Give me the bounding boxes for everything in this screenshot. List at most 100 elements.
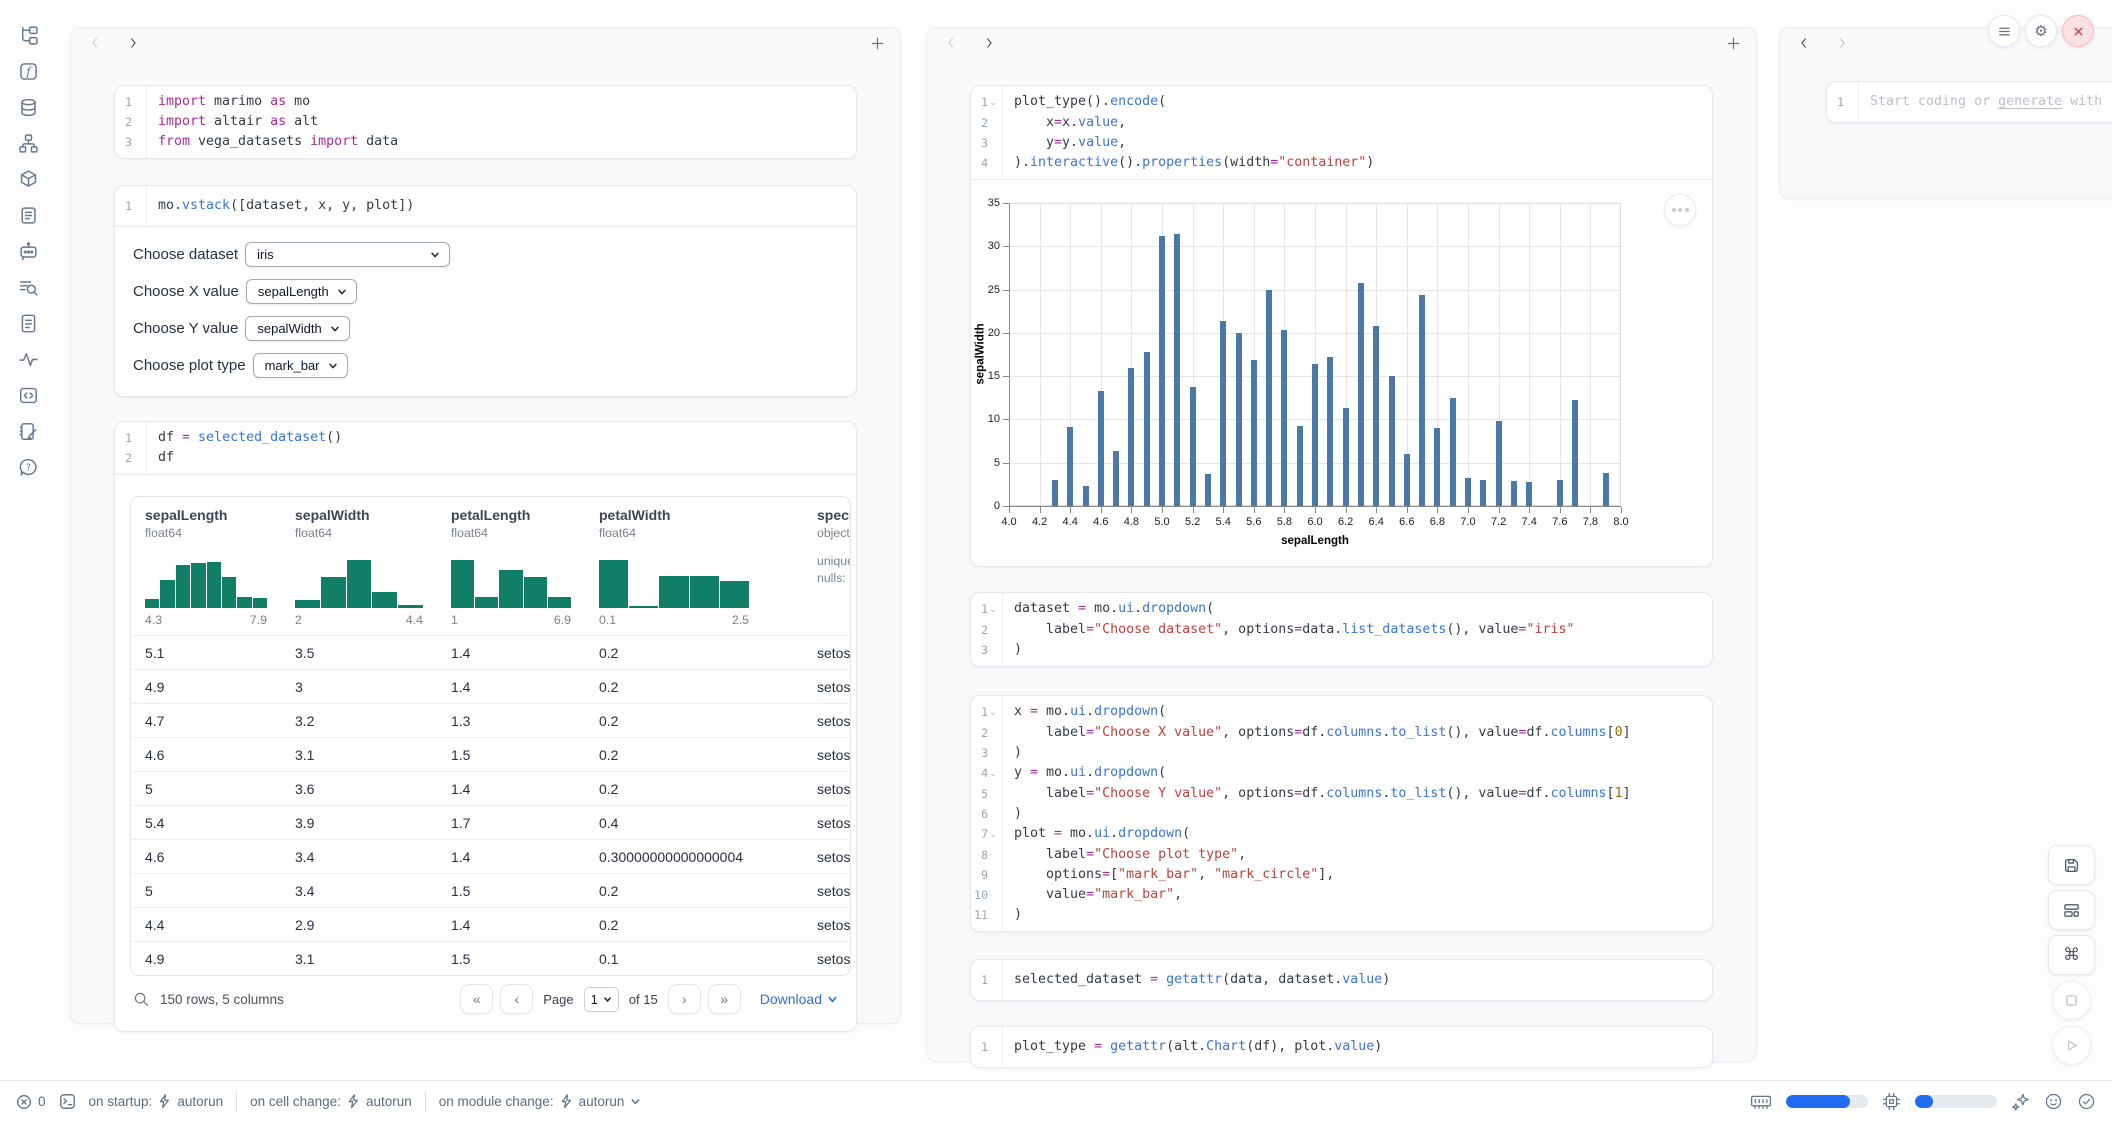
fold-toggle-icon[interactable]: ⌄ xyxy=(988,824,998,845)
chart-actions-button[interactable] xyxy=(1664,194,1696,226)
choose-x-value-select[interactable]: sepalLength xyxy=(246,279,357,304)
sidebar-item-packages[interactable] xyxy=(16,167,40,191)
page-select[interactable]: 1 xyxy=(584,987,619,1012)
column-name: sepalWidth xyxy=(295,507,437,523)
first-page-button[interactable]: « xyxy=(460,984,493,1014)
kernel-connected-button[interactable] xyxy=(2077,1092,2096,1111)
svg-text:?: ? xyxy=(25,462,30,473)
sidebar-item-documentation[interactable] xyxy=(16,311,40,335)
layout-button[interactable] xyxy=(2048,890,2095,930)
sidebar-item-snippets[interactable] xyxy=(16,383,40,407)
code-editor[interactable]: 1⌄x = mo.ui.dropdown(2 label="Choose X v… xyxy=(971,696,1712,931)
code-line: 1⌄x = mo.ui.dropdown( xyxy=(971,702,1712,723)
ai-assist-button[interactable] xyxy=(2011,1092,2030,1111)
chart-bar xyxy=(1281,330,1287,506)
column-forward-button[interactable] xyxy=(1835,36,1849,50)
sidebar-item-dependency-graph[interactable] xyxy=(16,131,40,155)
x-tick-label: 4.4 xyxy=(1056,516,1084,528)
sidebar-item-file-explorer[interactable] xyxy=(16,23,40,47)
add-cell-button[interactable] xyxy=(1725,35,1742,52)
table-inner: sepalLengthfloat644.37.9sepalWidthfloat6… xyxy=(131,497,851,975)
search-icon[interactable] xyxy=(133,991,150,1008)
choose-dataset-select[interactable]: iris xyxy=(245,242,450,267)
y-tick xyxy=(1003,203,1009,204)
chart-bar xyxy=(1205,474,1211,506)
line-number: 3 xyxy=(115,132,132,152)
runtime-setting-2[interactable]: on module change:autorun xyxy=(439,1094,642,1109)
line-number: 2 xyxy=(971,723,988,743)
sidebar-item-logs[interactable] xyxy=(16,203,40,227)
column-name: petalLength xyxy=(451,507,585,523)
dropdown-label: Choose dataset xyxy=(133,246,238,263)
code-editor[interactable]: 1df = selected_dataset()2df xyxy=(115,422,856,474)
error-indicator[interactable]: 0 xyxy=(16,1094,46,1110)
column-back-button[interactable] xyxy=(944,36,958,50)
x-tick xyxy=(1162,507,1163,513)
packages-icon xyxy=(18,169,39,190)
choose-plot-type-select[interactable]: mark_bar xyxy=(253,353,348,378)
choose-y-value-select[interactable]: sepalWidth xyxy=(245,316,349,341)
sidebar-item-outline-search[interactable] xyxy=(16,275,40,299)
fold-toggle-icon[interactable]: ⌄ xyxy=(988,702,998,723)
line-number: 3 xyxy=(971,743,988,763)
line-number: 2 xyxy=(971,113,988,133)
table-cell: 0.4 xyxy=(585,815,803,831)
prev-page-button[interactable]: ‹ xyxy=(500,984,533,1014)
last-page-button[interactable]: » xyxy=(708,984,741,1014)
keyboard-shortcuts-button[interactable]: ⌘ xyxy=(2048,935,2095,975)
table-cell: setosa xyxy=(803,849,851,865)
datasources-icon xyxy=(18,97,39,118)
pagination: «‹Page1of 15›»Download xyxy=(460,984,838,1014)
sidebar-item-help[interactable]: ? xyxy=(16,455,40,479)
runtime-setting-1[interactable]: on cell change:autorun xyxy=(250,1094,412,1109)
code-editor[interactable]: 1selected_dataset = getattr(data, datase… xyxy=(971,960,1712,1000)
chart-bar xyxy=(1052,480,1058,506)
code-line: 1⌄dataset = mo.ui.dropdown( xyxy=(971,599,1712,620)
sidebar-item-functions[interactable]: f xyxy=(16,59,40,83)
line-number: 1 xyxy=(115,196,132,216)
functions-icon: f xyxy=(18,61,39,82)
sidebar-item-ai-chat[interactable] xyxy=(16,239,40,263)
save-button[interactable] xyxy=(2048,845,2095,885)
y-axis-line xyxy=(1009,203,1010,506)
notebook-column-3: 1Start coding or generate with xyxy=(1779,27,2112,199)
table-cell: setosa xyxy=(803,781,851,797)
sidebar-item-datasources[interactable] xyxy=(16,95,40,119)
column-histogram xyxy=(451,552,571,608)
x-tick xyxy=(1070,507,1071,513)
x-tick-label: 4.2 xyxy=(1026,516,1054,528)
next-page-button[interactable]: › xyxy=(668,984,701,1014)
fold-toggle-icon[interactable]: ⌄ xyxy=(988,763,998,784)
table-cell: 0.2 xyxy=(585,917,803,933)
add-cell-button[interactable] xyxy=(869,35,886,52)
code-editor[interactable]: 1import marimo as mo2import altair as al… xyxy=(115,86,856,158)
code-editor[interactable]: 1⌄plot_type().encode(2 x=x.value,3 y=y.v… xyxy=(971,86,1712,179)
download-button[interactable]: Download xyxy=(760,991,838,1007)
terminal-button[interactable] xyxy=(59,1093,76,1110)
sidebar-item-scratchpad[interactable] xyxy=(16,419,40,443)
marimo-mascot-button[interactable] xyxy=(2044,1092,2063,1111)
fold-toggle-icon[interactable]: ⌄ xyxy=(988,599,998,620)
column-forward-button[interactable] xyxy=(126,36,140,50)
code-cell: 1Start coding or generate with xyxy=(1826,81,2112,123)
column-back-button[interactable] xyxy=(88,36,102,50)
column-back-button[interactable] xyxy=(1797,36,1811,50)
stop-button[interactable] xyxy=(2052,981,2091,1020)
table-cell: 0.2 xyxy=(585,781,803,797)
code-editor[interactable]: 1⌄dataset = mo.ui.dropdown(2 label="Choo… xyxy=(971,593,1712,666)
x-tick-label: 7.4 xyxy=(1515,516,1543,528)
fold-toggle-icon[interactable]: ⌄ xyxy=(988,92,998,113)
code-editor[interactable]: 1plot_type = getattr(alt.Chart(df), plot… xyxy=(971,1027,1712,1067)
column-forward-button[interactable] xyxy=(982,36,996,50)
table-cell: setosa xyxy=(803,713,851,729)
fold-spacer xyxy=(132,132,142,152)
run-button[interactable] xyxy=(2052,1026,2091,1065)
runtime-setting-0[interactable]: on startup:autorun xyxy=(89,1094,224,1109)
settings-button[interactable]: ⚙ xyxy=(2025,15,2057,47)
code-editor[interactable]: 1Start coding or generate with xyxy=(1827,82,2112,122)
table-cell: 3.1 xyxy=(281,747,437,763)
close-button[interactable] xyxy=(2062,15,2094,47)
code-editor[interactable]: 1mo.vstack([dataset, x, y, plot]) xyxy=(115,186,856,226)
menu-button[interactable] xyxy=(1988,15,2020,47)
sidebar-item-tracing[interactable] xyxy=(16,347,40,371)
